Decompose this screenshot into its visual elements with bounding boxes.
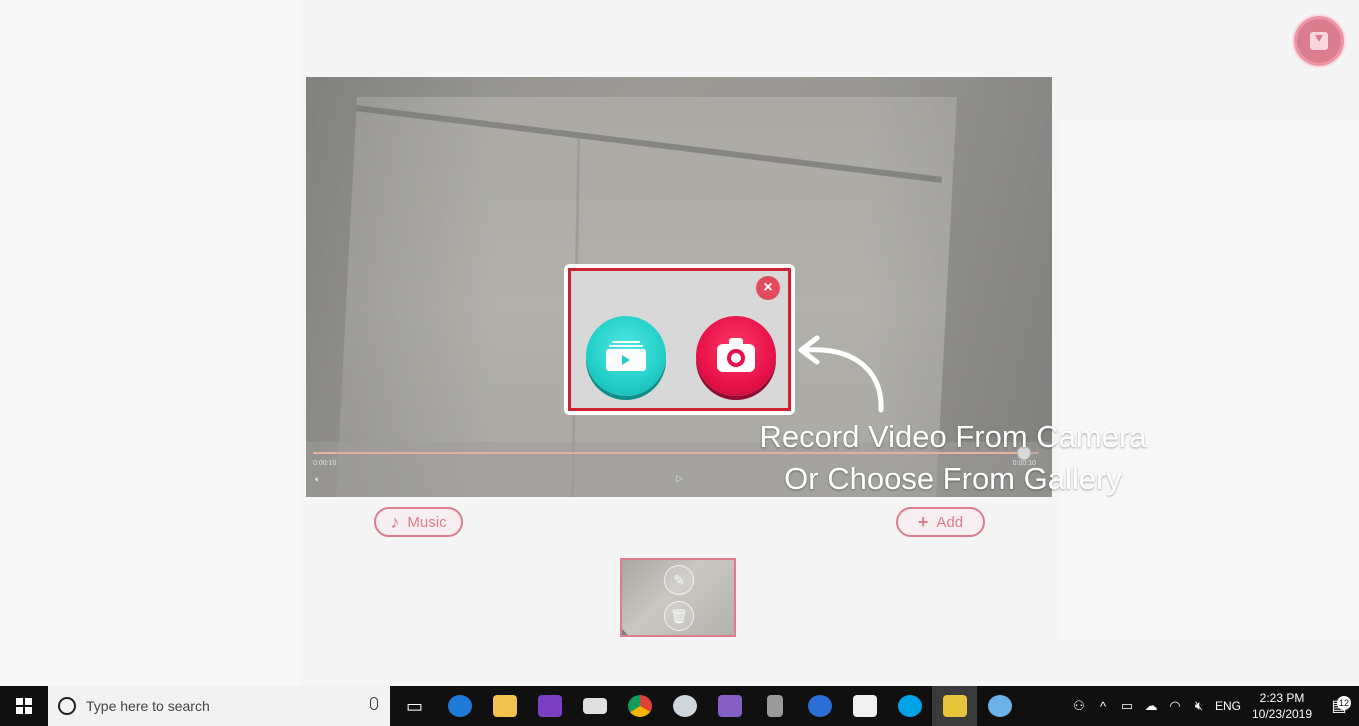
volume-muted-icon[interactable]: 🔇︎ [1187, 698, 1211, 714]
caption-line-1: Record Video From Camera [759, 419, 1147, 454]
source-picker-dialog: × [564, 264, 795, 415]
database-icon[interactable] [752, 686, 797, 726]
search-placeholder: Type here to search [86, 698, 210, 714]
onedrive-icon[interactable]: ☁ [1139, 698, 1163, 714]
cortana-icon [58, 697, 76, 715]
store-icon[interactable] [842, 686, 887, 726]
visual-studio-purple-icon[interactable] [527, 686, 572, 726]
clock-time: 2:23 PM [1259, 691, 1305, 705]
chrome-icon[interactable] [617, 686, 662, 726]
clock[interactable]: 2:23 PM 10/23/2019 [1245, 690, 1319, 722]
camera-icon [717, 338, 755, 372]
wifi-icon[interactable]: ◠ [1163, 698, 1187, 714]
camera-button[interactable] [696, 316, 776, 396]
clock-date: 10/23/2019 [1251, 707, 1313, 721]
pointer-arrow-icon [798, 335, 884, 413]
chevron-up-icon[interactable]: ^ [1091, 699, 1115, 714]
notification-count: 12 [1337, 696, 1351, 710]
mail-icon[interactable] [572, 686, 617, 726]
edge-icon[interactable] [437, 686, 482, 726]
task-view-icon[interactable]: ▭ [392, 686, 437, 726]
paint-icon[interactable] [977, 686, 1022, 726]
file-explorer-icon[interactable] [482, 686, 527, 726]
gallery-button[interactable] [586, 316, 666, 396]
people-icon[interactable]: ⚇ [1067, 698, 1091, 714]
gallery-video-icon [606, 341, 646, 371]
windows-logo-icon [16, 698, 32, 714]
app-icon[interactable] [662, 686, 707, 726]
close-icon[interactable]: × [756, 276, 780, 300]
instruction-caption: Record Video From Camera Or Choose From … [700, 416, 1206, 500]
active-app-icon[interactable] [932, 686, 977, 726]
windows-taskbar: Type here to search ▭ ⚇ ^ ▭ ☁ ◠ 🔇︎ ENG 2… [0, 686, 1359, 726]
notification-center-icon[interactable]: ▤ 12 [1319, 696, 1359, 716]
system-tray: ⚇ ^ ▭ ☁ ◠ 🔇︎ ENG 2:23 PM 10/23/2019 ▤ 12 [1067, 686, 1359, 726]
language-indicator[interactable]: ENG [1211, 699, 1245, 713]
browser-icon[interactable] [797, 686, 842, 726]
start-button[interactable] [0, 686, 48, 726]
battery-icon[interactable]: ▭ [1115, 698, 1139, 714]
skype-icon[interactable] [887, 686, 932, 726]
caption-line-2: Or Choose From Gallery [784, 461, 1122, 496]
microphone-icon[interactable] [370, 697, 378, 710]
dialog-body: × [568, 268, 791, 411]
visual-studio-icon[interactable] [707, 686, 752, 726]
pinned-apps: ▭ [392, 686, 1022, 726]
search-box[interactable]: Type here to search [48, 686, 390, 726]
